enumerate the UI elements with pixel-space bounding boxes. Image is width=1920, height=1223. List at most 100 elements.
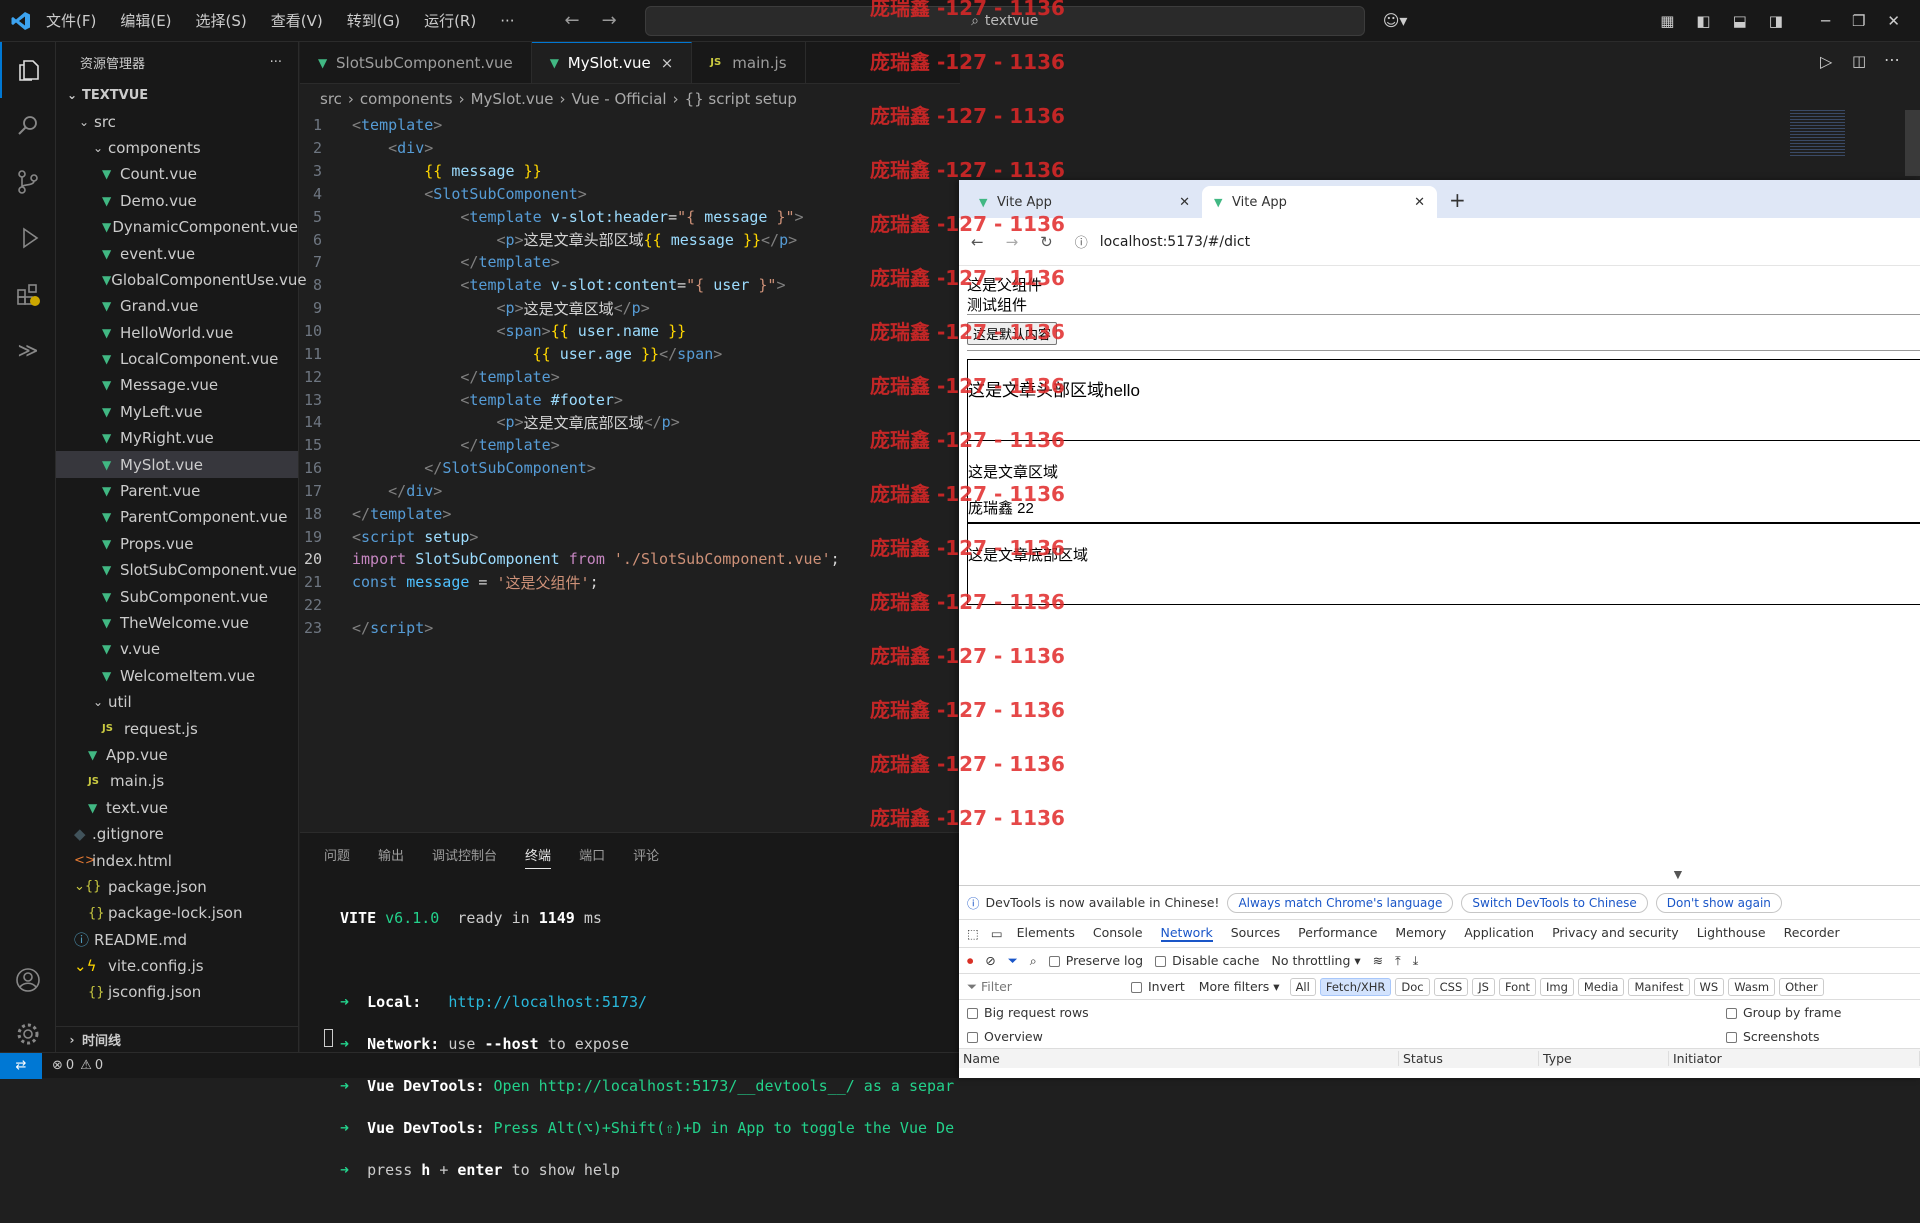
editor-tab[interactable]: JS main.js [692, 42, 806, 83]
clear-icon[interactable]: ⊘ [985, 953, 995, 968]
search-icon[interactable] [0, 98, 56, 154]
tree-item[interactable]: {} package-lock.json [56, 900, 298, 926]
tree-item[interactable]: ▼ text.vue [56, 795, 298, 821]
filter-input[interactable]: ⏷ Filter [967, 979, 1117, 995]
panel-tab[interactable]: 终端 [525, 845, 552, 869]
filter-chip[interactable]: Doc [1395, 977, 1430, 996]
close-tab-icon[interactable]: ✕ [1414, 195, 1425, 210]
devtools-tab[interactable]: Privacy and security [1552, 925, 1679, 942]
filter-chip[interactable]: Wasm [1728, 977, 1776, 996]
devtools-tab[interactable]: Network [1160, 925, 1213, 942]
device-toolbar-icon[interactable]: ▭ [991, 926, 1003, 941]
editor-tab[interactable]: ▼ SlotSubComponent.vue [300, 42, 532, 83]
split-editor-icon[interactable]: ◫ [1852, 52, 1866, 70]
tree-item[interactable]: ▼ Grand.vue [56, 293, 298, 319]
filter-chip[interactable]: JS [1472, 977, 1495, 996]
run-icon[interactable]: ▷ [1820, 52, 1832, 71]
tree-item[interactable]: ▼ Message.vue [56, 372, 298, 398]
minimize-icon[interactable]: ─ [1821, 12, 1830, 30]
warnings-icon[interactable]: ⚠ [80, 1058, 92, 1073]
tree-item[interactable]: ▼ SlotSubComponent.vue [56, 557, 298, 583]
menu-item[interactable]: 文件(F) [46, 12, 96, 30]
scroll-down-icon[interactable]: ▼ [1671, 866, 1685, 882]
menu-item[interactable]: 选择(S) [196, 12, 247, 30]
devtools-tab[interactable]: Lighthouse [1697, 925, 1766, 942]
preserve-log-checkbox[interactable]: Preserve log [1048, 953, 1143, 968]
tree-item[interactable]: {} jsconfig.json [56, 979, 298, 1005]
extensions-icon[interactable] [0, 266, 56, 322]
toggle-panel-icon[interactable]: ⬓ [1733, 12, 1747, 30]
filter-chip[interactable]: Other [1779, 977, 1824, 996]
tree-item[interactable]: ▼ Parent.vue [56, 478, 298, 504]
tree-item[interactable]: ⌄ util [56, 689, 298, 715]
inspect-icon[interactable]: ⬚ [967, 926, 979, 941]
tree-item[interactable]: <> index.html [56, 847, 298, 873]
record-icon[interactable]: ⏺ [967, 953, 973, 969]
tree-item[interactable]: ⌄ϟ vite.config.js [56, 953, 298, 979]
devtools-tab[interactable]: Recorder [1784, 925, 1840, 942]
tree-item[interactable]: ▼ LocalComponent.vue [56, 346, 298, 372]
toggle-secondary-sidebar-icon[interactable]: ◨ [1769, 12, 1783, 30]
tree-item[interactable]: ⓘ README.md [56, 927, 298, 953]
table-column-header[interactable]: Status [1399, 1051, 1539, 1066]
panel-tab[interactable]: 端口 [579, 845, 605, 869]
notice-button[interactable]: Don't show again [1655, 892, 1782, 913]
copilot-icon[interactable]: ☺▾ [1383, 11, 1408, 30]
table-column-header[interactable]: Name [959, 1051, 1399, 1066]
export-icon[interactable]: ⤓ [1413, 953, 1419, 969]
site-info-icon[interactable]: ⓘ [1075, 232, 1088, 251]
local-url[interactable]: http://localhost:5173/ [448, 993, 647, 1011]
menu-item[interactable]: 运行(R) [424, 12, 476, 30]
devtools-tab[interactable]: Sources [1231, 925, 1280, 942]
layout-icon[interactable]: ▦ [1660, 12, 1674, 30]
tree-item[interactable]: JS main.js [56, 768, 298, 794]
editor-tab[interactable]: ▼ MySlot.vue × [531, 42, 693, 83]
panel-tab[interactable]: 调试控制台 [432, 845, 497, 869]
tree-item[interactable]: ▼ event.vue [56, 240, 298, 266]
terminal[interactable]: VITE v6.1.0 ready in 1149 ms ➜ Local: ht… [300, 869, 960, 1223]
explorer-icon[interactable] [0, 42, 56, 98]
tree-item[interactable]: ▼ ParentComponent.vue [56, 504, 298, 530]
menu-item[interactable]: 转到(G) [347, 12, 400, 30]
table-column-header[interactable]: Initiator [1669, 1051, 1920, 1066]
close-window-icon[interactable]: ✕ [1887, 12, 1900, 30]
tree-item[interactable]: ▼ MyLeft.vue [56, 399, 298, 425]
filter-chip[interactable]: Img [1540, 977, 1574, 996]
tree-item[interactable]: ▼ SubComponent.vue [56, 583, 298, 609]
big-rows-checkbox[interactable]: Big request rows [967, 1005, 1089, 1020]
minimap[interactable] [1790, 108, 1845, 156]
close-tab-icon[interactable]: × [661, 54, 674, 72]
tree-item[interactable]: ◆ .gitignore [56, 821, 298, 847]
tree-item[interactable]: ▼ MyRight.vue [56, 425, 298, 451]
tree-item[interactable]: ▼ WelcomeItem.vue [56, 663, 298, 689]
devtools-tab[interactable]: Performance [1298, 925, 1377, 942]
panel-tab[interactable]: 输出 [378, 845, 404, 869]
menu-item[interactable]: 查看(V) [271, 12, 323, 30]
more-filters-button[interactable]: More filters ▾ [1199, 979, 1280, 994]
notice-button[interactable]: Always match Chrome's language [1227, 892, 1454, 913]
source-control-icon[interactable] [0, 154, 56, 210]
devtools-tab[interactable]: Memory [1395, 925, 1446, 942]
editor-scrollbar[interactable] [1905, 110, 1920, 176]
timeline-section[interactable]: › 时间线 [56, 1026, 299, 1052]
breadcrumb-item[interactable]: src [320, 90, 342, 108]
tree-item[interactable]: ▼ Demo.vue [56, 188, 298, 214]
tree-item[interactable]: ▼ Count.vue [56, 161, 298, 187]
tree-item[interactable]: ▼ Props.vue [56, 531, 298, 557]
filter-icon[interactable]: ⏷ [1008, 953, 1018, 969]
import-icon[interactable]: ⤒ [1395, 953, 1401, 969]
tree-item[interactable]: ▼ v.vue [56, 636, 298, 662]
maximize-icon[interactable]: ❐ [1852, 12, 1865, 30]
table-column-header[interactable]: Type [1539, 1051, 1669, 1066]
breadcrumb-item[interactable]: Vue - Official [572, 90, 667, 108]
forward-arrow-icon[interactable]: → [602, 10, 617, 31]
run-debug-icon[interactable] [0, 210, 56, 266]
remote-indicator-icon[interactable]: ⇄ [0, 1052, 42, 1079]
tree-item[interactable]: ▼ HelloWorld.vue [56, 320, 298, 346]
close-tab-icon[interactable]: ✕ [1179, 195, 1190, 210]
more-menu[interactable]: ··· [500, 12, 514, 30]
workspace-root[interactable]: ⌄ TEXTVUE [56, 82, 298, 108]
group-by-frame-checkbox[interactable]: Group by frame [1726, 1005, 1920, 1020]
search-network-icon[interactable]: ⌕ [1030, 953, 1037, 969]
filter-chip[interactable]: Media [1577, 977, 1625, 996]
